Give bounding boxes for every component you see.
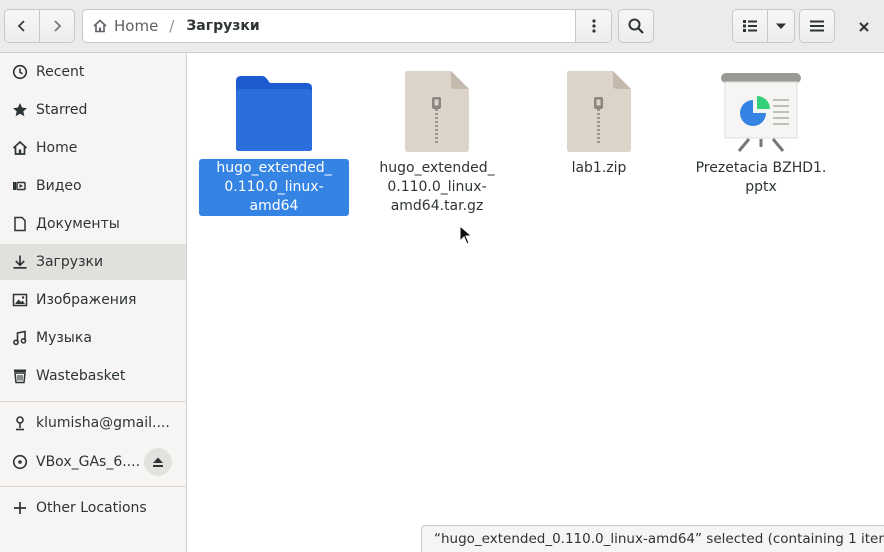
sidebar-divider [0, 401, 186, 402]
sidebar-item-label: Wastebasket [36, 368, 126, 384]
file-name: hugo_extended_ 0.110.0_linux-amd64 [199, 159, 349, 216]
list-view-icon [743, 20, 757, 32]
sidebar-item-label: VBox_GAs_6.... [36, 454, 141, 470]
sidebar-item-label: Recent [36, 64, 85, 80]
home-icon [11, 139, 29, 157]
document-icon [11, 215, 29, 233]
search-button[interactable] [618, 9, 654, 43]
sidebar-item-other-locations[interactable]: Other Locations [0, 490, 186, 526]
image-icon [11, 291, 29, 309]
chevron-left-icon [17, 20, 25, 32]
archive-icon [405, 71, 469, 152]
breadcrumb-home-label: Home [114, 17, 159, 35]
sidebar-item-images[interactable]: Изображения [0, 282, 186, 318]
sidebar-item-label: Видео [36, 178, 82, 194]
sidebar-divider [0, 486, 186, 487]
file-view[interactable]: hugo_extended_ 0.110.0_linux-amd64 hugo_… [188, 53, 884, 552]
sidebar-item-video[interactable]: Видео [0, 168, 186, 204]
sidebar-item-music[interactable]: Музыка [0, 320, 186, 356]
back-button[interactable] [4, 9, 40, 43]
chevron-right-icon [54, 20, 62, 32]
main-menu-button[interactable] [799, 9, 835, 43]
sidebar-item-starred[interactable]: Starred [0, 92, 186, 128]
breadcrumb-separator: / [169, 17, 175, 35]
list-view-button[interactable] [732, 9, 768, 43]
file-item-lab1-zip[interactable]: lab1.zip [524, 53, 674, 178]
sidebar-item-label: Изображения [36, 292, 137, 308]
folder-icon [236, 76, 312, 151]
sidebar-item-label: Other Locations [36, 500, 147, 516]
clock-icon [11, 63, 29, 81]
sidebar-item-label: Музыка [36, 330, 92, 346]
sidebar-item-label: klumisha@gmail.... [36, 415, 170, 431]
file-item-hugo-tar-gz[interactable]: hugo_extended_ 0.110.0_linux- amd64.tar.… [362, 53, 512, 216]
close-window-button[interactable] [850, 14, 878, 40]
sidebar-item-downloads[interactable]: Загрузки [0, 244, 186, 280]
sidebar-item-label: Starred [36, 102, 88, 118]
chevron-down-icon [776, 23, 786, 29]
breadcrumb-home[interactable]: Home [83, 17, 158, 35]
home-icon [93, 19, 107, 33]
archive-icon [567, 71, 631, 152]
close-icon [859, 22, 869, 32]
user-account-icon [11, 414, 29, 432]
vertical-dots-icon [591, 19, 596, 33]
sidebar-item-home[interactable]: Home [0, 130, 186, 166]
sidebar-item-label: Загрузки [36, 254, 104, 270]
view-options-dropdown[interactable] [767, 9, 795, 43]
status-bar: “hugo_extended_0.110.0_linux-amd64” sele… [421, 525, 884, 552]
hamburger-icon [810, 20, 824, 32]
forward-button[interactable] [39, 9, 75, 43]
video-icon [11, 177, 29, 195]
sidebar-item-label: Документы [36, 216, 120, 232]
disc-icon [11, 453, 29, 471]
sidebar-item-label: Home [36, 140, 78, 156]
plus-icon [11, 499, 29, 517]
mouse-cursor [459, 224, 473, 249]
sidebar-item-documents[interactable]: Документы [0, 206, 186, 242]
file-name: Prezetacia BZHD1. pptx [695, 160, 827, 195]
presentation-icon [721, 73, 801, 152]
sidebar-item-vbox-disc[interactable]: VBox_GAs_6.... [0, 444, 186, 480]
star-icon [11, 101, 29, 119]
sidebar: Recent Starred Home Видео Документы Загр… [0, 53, 187, 552]
sidebar-item-wastebasket[interactable]: Wastebasket [0, 358, 186, 394]
breadcrumb-current[interactable]: Загрузки [186, 18, 259, 34]
eject-icon [153, 457, 163, 467]
eject-button[interactable] [144, 448, 172, 476]
file-name: hugo_extended_ 0.110.0_linux- amd64.tar.… [379, 160, 495, 214]
trash-icon [11, 367, 29, 385]
header-bar: Home / Загрузки [0, 0, 884, 53]
file-name: lab1.zip [571, 160, 627, 176]
sidebar-item-online-account[interactable]: klumisha@gmail.... [0, 405, 186, 441]
pointer-icon [459, 224, 473, 245]
path-bar[interactable]: Home / Загрузки [82, 9, 612, 43]
file-item-hugo-folder[interactable]: hugo_extended_ 0.110.0_linux-amd64 [199, 53, 349, 216]
search-icon [628, 18, 644, 34]
file-item-presentation[interactable]: Prezetacia BZHD1. pptx [686, 53, 836, 197]
music-icon [11, 329, 29, 347]
path-menu-button[interactable] [575, 10, 611, 42]
sidebar-item-recent[interactable]: Recent [0, 54, 186, 90]
download-icon [11, 253, 29, 271]
